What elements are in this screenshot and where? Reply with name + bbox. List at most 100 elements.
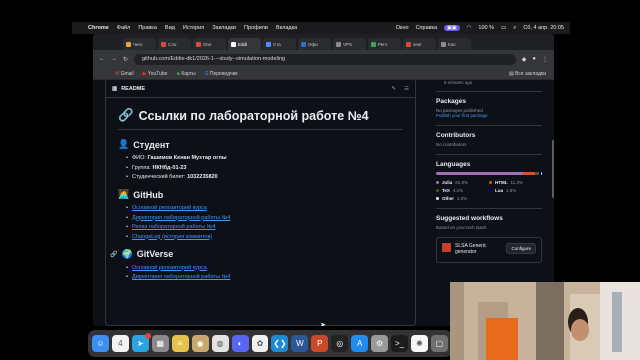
mouse-cursor-icon: ➤ <box>320 322 326 326</box>
contributors-title[interactable]: Contributors <box>436 132 542 139</box>
language-item[interactable]: Other 1.0% <box>436 196 489 201</box>
search-icon[interactable]: ⌕ <box>513 25 516 32</box>
favicon-icon <box>441 41 446 47</box>
publish-package-link[interactable]: Publish your first package <box>436 113 542 118</box>
favicon-icon <box>126 41 131 47</box>
tab[interactable]: Ста <box>263 38 296 50</box>
github-heading: 🧑‍💻 GitHub <box>118 189 403 200</box>
photos-icon[interactable]: ✿ <box>251 335 269 352</box>
discord-icon[interactable]: ◐ <box>231 335 249 352</box>
language-item[interactable]: Julia 81.8% <box>436 180 489 185</box>
tab[interactable]: Офи <box>298 38 331 50</box>
appstore-icon[interactable]: A <box>351 335 369 352</box>
readme-tab[interactable]: README <box>121 86 145 92</box>
profile-avatar[interactable]: ● <box>532 56 536 62</box>
trash-icon[interactable]: ▢ <box>430 335 448 352</box>
bookmark-translate[interactable]: G Переводчик <box>205 71 238 77</box>
tab[interactable]: One <box>193 38 226 50</box>
link-lab-release[interactable]: Релиз лабораторной работы №4 <box>132 224 216 230</box>
bookmark-maps[interactable]: ⬥ Карты <box>176 71 195 77</box>
list-item: Основной репозиторий курса <box>126 265 403 271</box>
languages-title: Languages <box>436 161 471 168</box>
scrollbar[interactable] <box>552 140 554 198</box>
battery-percent[interactable]: 100 % <box>478 25 494 31</box>
divider <box>118 129 403 130</box>
link-gitverse-directory[interactable]: Директория лабораторной работы №4 <box>132 274 230 280</box>
tab[interactable]: Кап <box>438 38 471 50</box>
word-icon[interactable]: W <box>291 335 309 352</box>
chrome-icon[interactable]: ◍ <box>211 335 229 352</box>
menu-view[interactable]: Вид <box>165 25 175 31</box>
reload-icon[interactable]: ↻ <box>123 56 128 63</box>
menu-bookmarks[interactable]: Закладки <box>212 25 236 31</box>
language-item[interactable]: TeX 4.1% <box>436 188 489 193</box>
address-bar[interactable]: github.com/Eddie-dk1/2026-1---study--sim… <box>134 53 516 65</box>
back-icon[interactable]: ← <box>99 56 105 62</box>
launchpad-icon[interactable]: ▦ <box>151 335 169 352</box>
link-changelog[interactable]: ChangeLog (история коммитов) <box>132 234 212 240</box>
forward-icon[interactable]: → <box>111 56 117 62</box>
gitverse-heading: 🔗 🌍 GitVerse <box>110 249 403 260</box>
extension-icon[interactable]: ◆ <box>522 56 527 63</box>
notes-icon[interactable]: ≡ <box>171 335 189 352</box>
calendar-icon[interactable]: 4 <box>111 335 129 352</box>
clock[interactable]: Сб, 4 апр. 20:05 <box>523 25 564 31</box>
finder-icon[interactable]: ☺ <box>92 335 109 352</box>
tab[interactable]: Eddi <box>228 38 261 50</box>
technologist-icon: 🧑‍💻 <box>118 189 130 199</box>
telegram-icon[interactable]: ➤ <box>131 333 151 352</box>
globe-icon: 🌍 <box>121 248 133 259</box>
battery-icon[interactable]: ▭ <box>501 25 506 31</box>
tab[interactable]: seer <box>403 38 436 50</box>
favicon-icon <box>161 41 166 47</box>
language-item[interactable]: Lua 1.8% <box>489 188 542 193</box>
student-icon: 👤 <box>118 139 130 149</box>
preview-icon[interactable]: ◉ <box>191 335 209 352</box>
menu-help[interactable]: Справка <box>416 25 438 31</box>
vscode-icon[interactable]: ❮❯ <box>271 335 289 352</box>
outline-list-icon[interactable]: ☰ <box>404 86 409 92</box>
language-item[interactable]: HTML 11.3% <box>489 180 542 185</box>
obs-icon[interactable]: ◎ <box>331 335 349 352</box>
edit-pencil-icon[interactable]: ✎ <box>391 86 396 92</box>
packages-title[interactable]: Packages <box>436 98 542 105</box>
workflows-section: Suggested workflows Based on your tech s… <box>436 208 542 263</box>
pinwheel-icon[interactable]: ✺ <box>411 335 428 352</box>
settings-icon[interactable]: ⚙ <box>371 335 389 352</box>
gitverse-heading-text: GitVerse <box>136 249 174 259</box>
configure-button[interactable]: Configure <box>506 243 536 254</box>
language-dot-icon <box>489 189 492 192</box>
anchor-link-icon[interactable]: 🔗 <box>110 251 117 258</box>
language-percent: 1.0% <box>457 196 468 201</box>
link-course-repo[interactable]: Основной репозиторий курса <box>132 205 207 211</box>
menu-tab[interactable]: Вкладка <box>276 25 297 31</box>
status-chip[interactable]: ▣▣ <box>444 25 460 31</box>
menu-history[interactable]: История <box>183 25 204 31</box>
github-links-list: Основной репозиторий курса Директория ла… <box>126 205 403 240</box>
menu-window[interactable]: Окно <box>396 25 409 31</box>
tab[interactable]: VPS <box>333 38 366 50</box>
link-lab-directory[interactable]: Директория лабораторной работы №4 <box>132 215 230 221</box>
readme-title: Ссылки по лабораторной работе №4 <box>138 108 369 123</box>
tab[interactable]: Регл <box>368 38 401 50</box>
menu-file[interactable]: Файл <box>117 25 131 31</box>
language-percent: 1.8% <box>506 188 517 193</box>
menu-app-name[interactable]: Chrome <box>88 25 109 31</box>
menu-profiles[interactable]: Профили <box>244 25 268 31</box>
terminal-icon[interactable]: >_ <box>391 335 408 352</box>
link-gitverse-repo[interactable]: Основной репозиторий курса <box>132 265 207 271</box>
all-bookmarks[interactable]: ▤ Все закладки <box>509 71 554 77</box>
language-percent: 4.1% <box>452 188 464 193</box>
tab[interactable]: Сло <box>158 38 191 50</box>
tab[interactable]: Чего <box>123 38 156 50</box>
language-bar-segment <box>436 172 523 175</box>
powerpoint-icon[interactable]: P <box>311 335 329 352</box>
tab-label: Регл <box>378 41 388 47</box>
menu-edit[interactable]: Правка <box>138 25 157 31</box>
bookmark-gmail[interactable]: M Gmail <box>115 71 134 77</box>
bookmark-youtube[interactable]: ▶ YouTube <box>143 71 168 77</box>
wifi-icon[interactable]: ◠ <box>467 25 472 31</box>
language-percent: 81.8% <box>455 180 469 185</box>
menu-kebab-icon[interactable]: ⋮ <box>542 56 548 63</box>
language-dot-icon <box>489 181 492 184</box>
